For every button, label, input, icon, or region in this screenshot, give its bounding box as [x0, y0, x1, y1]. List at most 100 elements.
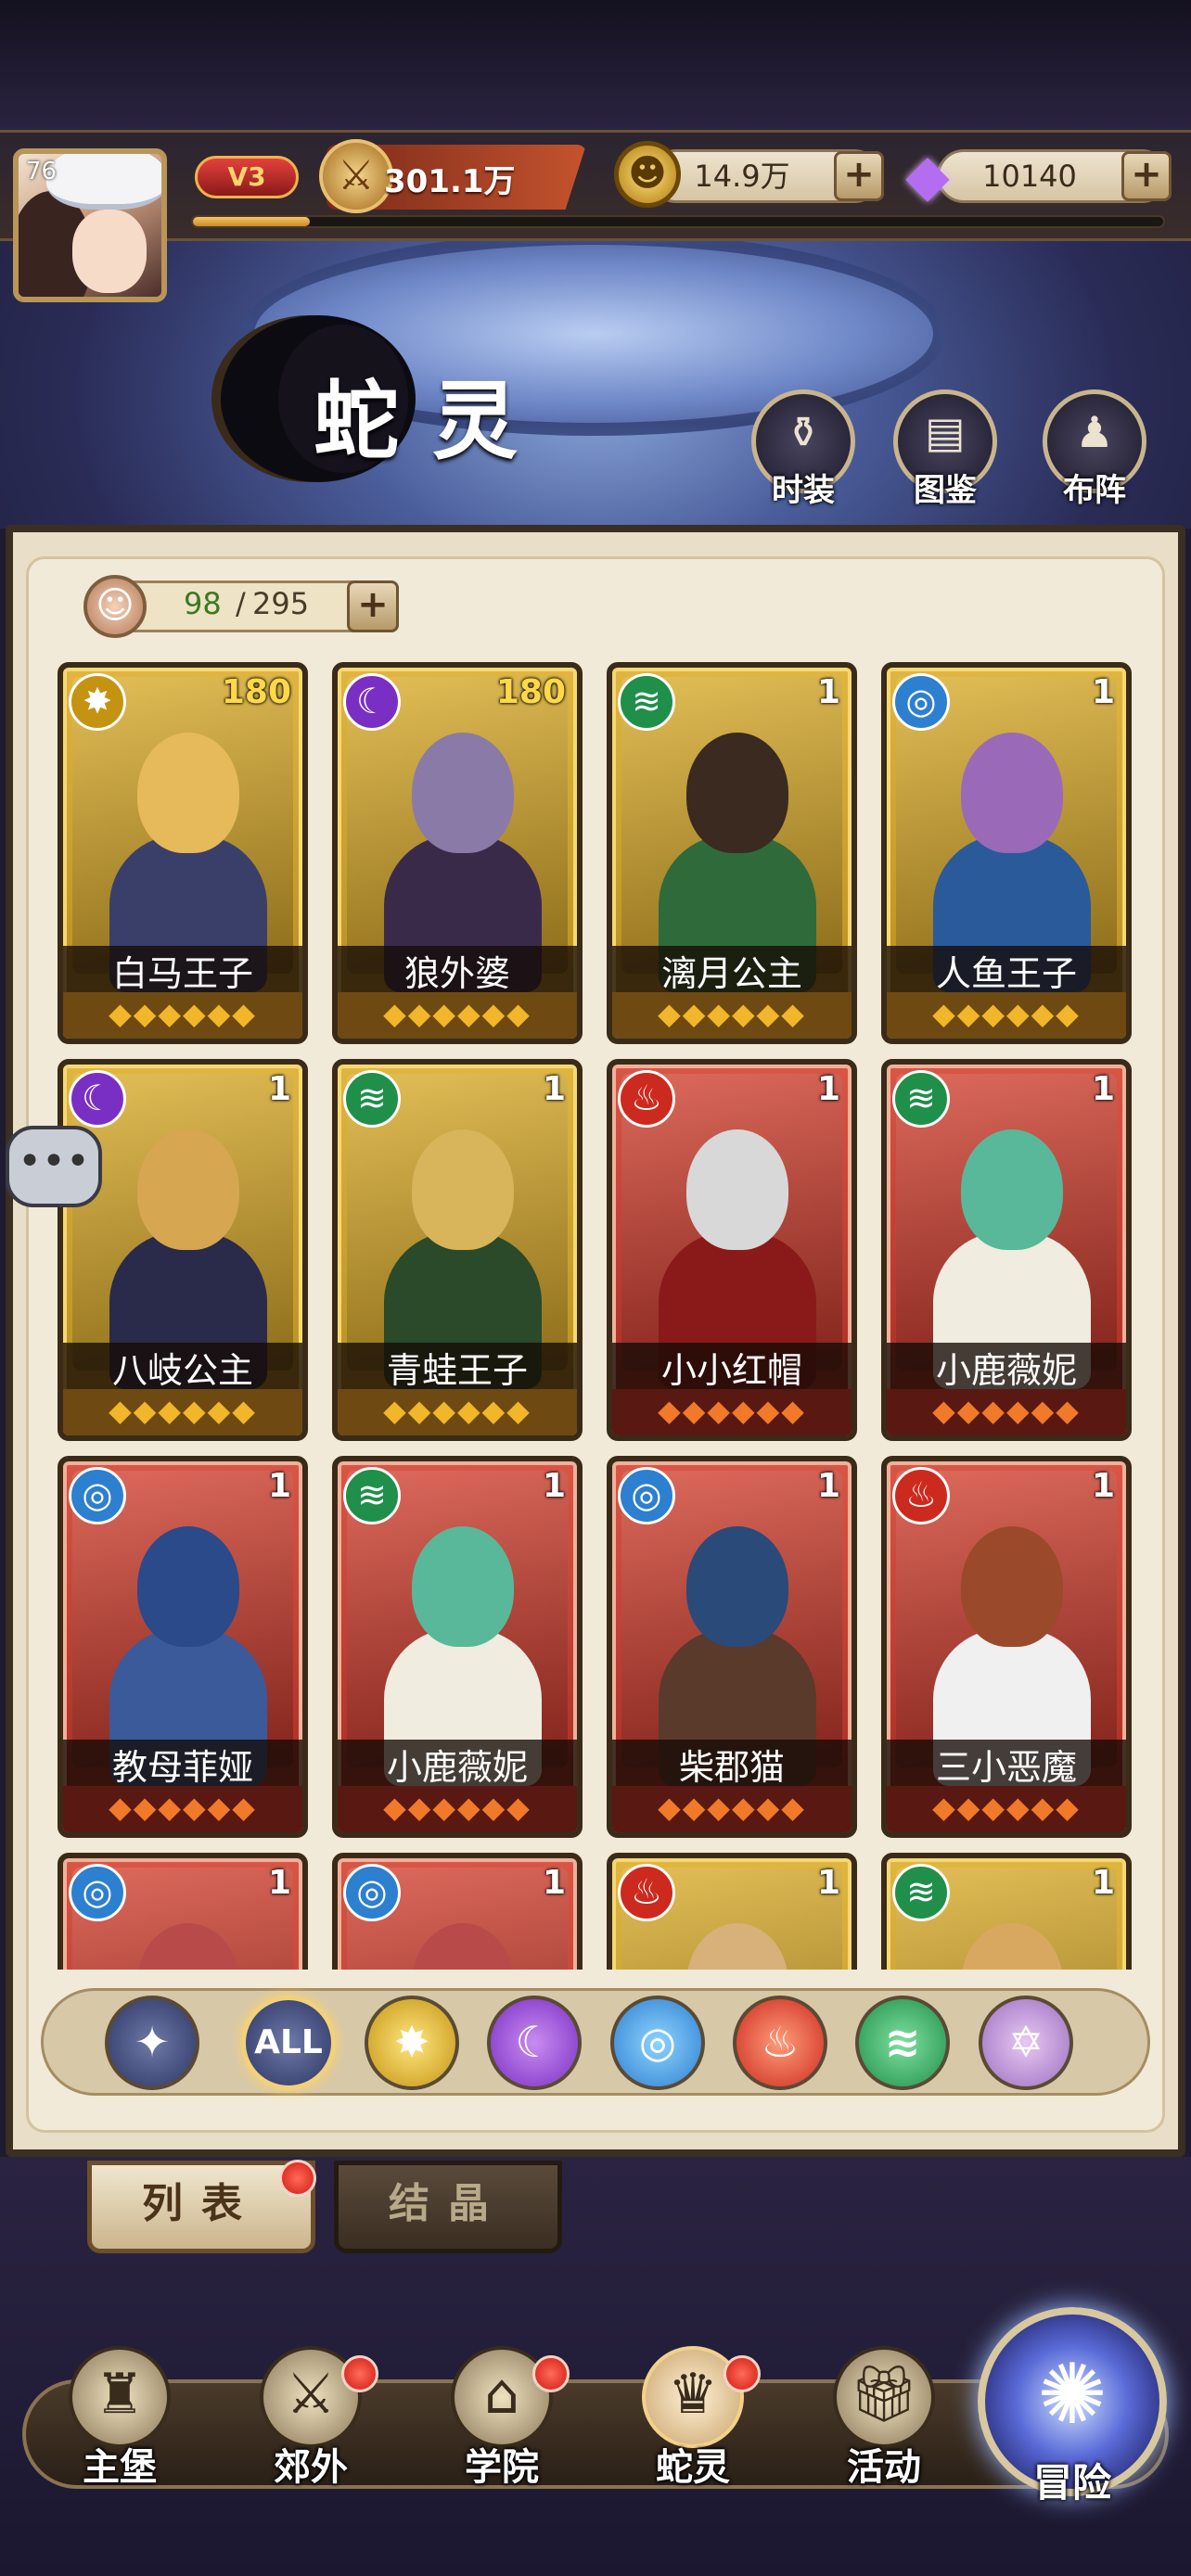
- spirit-card[interactable]: ♨ 1 三小恶魔 ◆◆◆◆◆◆: [881, 1456, 1132, 1838]
- spirit-hair: [686, 1923, 788, 1970]
- filter-dark-button[interactable]: ☾: [487, 1996, 582, 2090]
- nav-castle[interactable]: ♜ 主堡: [41, 2337, 198, 2494]
- spirit-card[interactable]: ☾ 180 狼外婆 ◆◆◆◆◆◆: [332, 662, 583, 1044]
- nav-academy[interactable]: ⌂ 学院: [423, 2337, 581, 2494]
- nav-spirit[interactable]: ♛ 蛇灵: [614, 2337, 772, 2494]
- spirit-card[interactable]: ◎1◆◆◆◆◆◆: [332, 1853, 583, 1970]
- spirit-card[interactable]: ✸ 180 白马王子 ◆◆◆◆◆◆: [58, 662, 308, 1044]
- filter-light-button[interactable]: ✸: [365, 1996, 459, 2090]
- castle-icon: ♜: [69, 2346, 171, 2448]
- formation-icon: ♟: [1075, 407, 1114, 457]
- dark-element-icon: ☾: [343, 673, 401, 731]
- spirit-card[interactable]: ♨ 1 小小红帽 ◆◆◆◆◆◆: [607, 1059, 857, 1441]
- spirit-star-count: 180: [495, 673, 566, 711]
- rank-diamonds: ◆◆◆◆◆◆: [612, 1786, 852, 1832]
- spirit-star-count: 1: [542, 1467, 566, 1505]
- nav-adventure[interactable]: ✺ 冒险: [978, 2307, 1167, 2506]
- atlas-button[interactable]: ▤ 图鉴: [893, 389, 997, 509]
- capacity-max: 295: [252, 586, 310, 621]
- light-element-icon: ✸: [393, 2017, 430, 2067]
- spirit-card[interactable]: ≋ 1 青蛙王子 ◆◆◆◆◆◆: [332, 1059, 583, 1441]
- gem-add-button[interactable]: +: [1121, 151, 1172, 201]
- filter-wind-button[interactable]: ≋: [855, 1996, 950, 2090]
- spirit-star-count: 1: [1091, 1467, 1115, 1505]
- rank-diamonds: ◆◆◆◆◆◆: [887, 1786, 1126, 1832]
- spirit-card[interactable]: ≋1◆◆◆◆◆◆: [881, 1853, 1132, 1970]
- filter-favorite-button[interactable]: ✦: [105, 1996, 199, 2090]
- gold-coin-icon: ☻: [614, 141, 681, 208]
- power-value: 301.1万: [384, 163, 516, 200]
- capacity-current: 98: [184, 586, 222, 621]
- spirit-card[interactable]: ◎ 1 柴郡猫 ◆◆◆◆◆◆: [607, 1456, 857, 1838]
- spirit-hair: [137, 1923, 239, 1970]
- rank-diamonds: ◆◆◆◆◆◆: [338, 1389, 577, 1435]
- tab-list[interactable]: 列表: [87, 2160, 316, 2253]
- spirit-card[interactable]: ☾ 1 八岐公主 ◆◆◆◆◆◆: [58, 1059, 308, 1441]
- fashion-button[interactable]: ⚱ 时装: [751, 389, 855, 509]
- spirit-card[interactable]: ♨1◆◆◆◆◆◆: [607, 1853, 857, 1970]
- nav-outskirts[interactable]: ⚔ 郊外: [232, 2337, 390, 2494]
- exp-progress-fill: [193, 217, 310, 226]
- spirit-card[interactable]: ≋ 1 小鹿薇妮 ◆◆◆◆◆◆: [881, 1059, 1132, 1441]
- player-level: 76: [26, 158, 58, 185]
- filter-holy-button[interactable]: ✡: [979, 1996, 1073, 2090]
- fire-element-icon: ♨: [618, 1864, 675, 1921]
- spirit-star-count: 1: [816, 1864, 840, 1902]
- nav-events[interactable]: 🎁︎ 活动: [805, 2337, 963, 2494]
- spirit-star-count: 1: [542, 1070, 566, 1108]
- spirit-card[interactable]: ◎ 1 教母菲娅 ◆◆◆◆◆◆: [58, 1456, 308, 1838]
- rank-diamonds: ◆◆◆◆◆◆: [612, 992, 852, 1039]
- formation-label: 布阵: [1063, 472, 1126, 509]
- water-element-icon: ◎: [638, 2017, 677, 2067]
- gold-counter: 14.9万 +: [649, 149, 884, 203]
- spirit-star-count: 1: [816, 1070, 840, 1108]
- vase-icon: ⚱: [785, 407, 822, 457]
- chat-bubble-icon[interactable]: •••: [6, 1126, 102, 1207]
- spirit-hair: [412, 1923, 514, 1970]
- rank-diamonds: ◆◆◆◆◆◆: [63, 1389, 302, 1435]
- spirit-hair: [412, 733, 514, 853]
- diamond-icon: ◆: [905, 141, 950, 209]
- wind-element-icon: ≋: [343, 1070, 401, 1128]
- water-element-icon: ◎: [69, 1864, 126, 1921]
- water-element-icon: ◎: [892, 673, 950, 731]
- formation-button[interactable]: ♟ 布阵: [1043, 389, 1146, 509]
- rank-diamonds: ◆◆◆◆◆◆: [63, 1786, 302, 1832]
- spirit-star-count: 1: [267, 1070, 291, 1108]
- vip-badge[interactable]: V3: [195, 156, 299, 198]
- notification-dot: [532, 2355, 570, 2392]
- spirit-hair: [686, 1129, 788, 1250]
- notification-dot: [279, 2160, 316, 2197]
- tab-crystal[interactable]: 结晶: [334, 2161, 562, 2253]
- spirit-star-count: 1: [542, 1864, 566, 1902]
- spirit-card[interactable]: ◎1◆◆◆◆◆◆: [58, 1853, 308, 1970]
- gold-add-button[interactable]: +: [834, 151, 884, 201]
- gem-counter: 10140 +: [937, 149, 1172, 203]
- spirit-hair: [412, 1526, 514, 1647]
- tab-list-label: 列表: [142, 2180, 261, 2227]
- capacity-add-button[interactable]: +: [347, 580, 399, 632]
- filter-water-button[interactable]: ◎: [610, 1996, 705, 2090]
- dark-element-icon: ☾: [69, 1070, 126, 1128]
- filter-all-button[interactable]: ALL: [241, 1996, 336, 2090]
- wind-element-icon: ≋: [884, 2017, 921, 2067]
- rank-diamonds: ◆◆◆◆◆◆: [63, 992, 302, 1039]
- notification-dot: [724, 2355, 761, 2392]
- spirit-hair: [137, 1129, 239, 1250]
- spirit-card[interactable]: ≋ 1 漓月公主 ◆◆◆◆◆◆: [607, 662, 857, 1044]
- spirit-card[interactable]: ≋ 1 小鹿薇妮 ◆◆◆◆◆◆: [332, 1456, 583, 1838]
- spirit-star-count: 1: [1091, 1070, 1115, 1108]
- page-title: 蛇灵: [314, 371, 552, 471]
- tab-crystal-label: 结晶: [389, 2180, 507, 2227]
- light-element-icon: ✸: [69, 673, 126, 731]
- spirit-hair: [137, 1526, 239, 1647]
- spirit-card[interactable]: ◎ 1 人鱼王子 ◆◆◆◆◆◆: [881, 662, 1132, 1044]
- water-element-icon: ◎: [618, 1467, 675, 1524]
- dark-element-icon: ☾: [515, 2017, 554, 2067]
- person-icon: ☺: [83, 575, 147, 638]
- notification-dot: [341, 2355, 378, 2392]
- rank-diamonds: ◆◆◆◆◆◆: [338, 992, 577, 1039]
- filter-fire-button[interactable]: ♨: [733, 1996, 827, 2090]
- gem-value: 10140: [982, 159, 1077, 194]
- nav-academy-label: 学院: [465, 2446, 539, 2489]
